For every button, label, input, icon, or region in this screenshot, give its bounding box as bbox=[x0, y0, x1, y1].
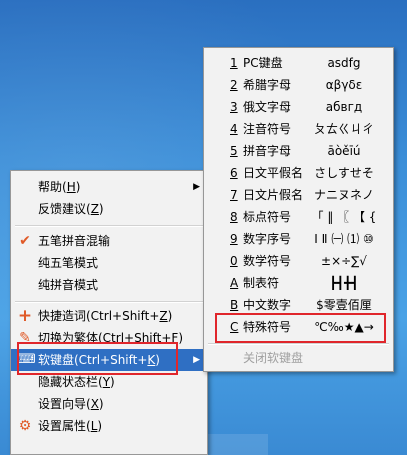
menu-item-wubi-pinyin-mixed[interactable]: ✔ 五笔拼音混输 bbox=[11, 230, 207, 252]
submenu-item-greek[interactable]: 2 希腊字母 αβγδε bbox=[204, 74, 393, 96]
menu-item-accel-key: H bbox=[66, 180, 76, 194]
menu-item-help[interactable]: 帮助(H) ▶ bbox=[11, 176, 207, 198]
annotation-box-special-symbols bbox=[215, 313, 386, 343]
submenu-item-label: 希腊字母 bbox=[243, 78, 292, 92]
submenu-item-sample: ┣┫╋┫ bbox=[329, 276, 359, 290]
submenu-item-key: 6 bbox=[230, 166, 238, 180]
submenu-item-label: 日文平假名 bbox=[243, 166, 304, 180]
submenu-item-label: 日文片假名 bbox=[243, 188, 304, 202]
menu-item-label: 五笔拼音混输 bbox=[38, 234, 111, 248]
menu-item-label: 反馈建议( bbox=[38, 202, 91, 216]
submenu-arrow-icon: ▶ bbox=[193, 355, 200, 365]
menu-item-label-suffix: ) bbox=[98, 202, 104, 216]
submenu-item-label: 注音符号 bbox=[243, 122, 292, 136]
submenu-item-label: 数字序号 bbox=[243, 232, 292, 246]
menu-separator bbox=[15, 301, 203, 303]
menu-item-label: 设置属性( bbox=[38, 419, 91, 433]
submenu-item-label: 制表符 bbox=[243, 276, 280, 290]
submenu-item-sample: ナニヌネノ bbox=[313, 188, 374, 202]
submenu-item-sample: αβγδε bbox=[325, 78, 363, 92]
submenu-item-sample: さしすせそ bbox=[314, 166, 374, 180]
submenu-item-punctuation[interactable]: 8 标点符号 「 ‖ 〖 【 { bbox=[204, 206, 393, 228]
menu-item-quick-word[interactable]: + 快捷造词(Ctrl+Shift+Z) bbox=[11, 305, 207, 327]
submenu-item-label: PC键盘 bbox=[243, 56, 283, 70]
submenu-item-sample: āòěīú bbox=[327, 144, 361, 158]
submenu-item-key: A bbox=[230, 276, 239, 290]
submenu-item-key: 1 bbox=[230, 56, 238, 70]
submenu-item-key: 2 bbox=[230, 78, 238, 92]
menu-item-label-suffix: ) bbox=[167, 309, 173, 323]
submenu-item-label: 标点符号 bbox=[243, 210, 292, 224]
submenu-item-key: 3 bbox=[230, 100, 238, 114]
submenu-item-zhuyin[interactable]: 4 注音符号 ㄆㄊㄍㄐㄔ bbox=[204, 118, 393, 140]
submenu-arrow-icon: ▶ bbox=[193, 182, 200, 192]
menu-item-label-suffix: ) bbox=[110, 375, 115, 389]
menu-item-label-suffix: ) bbox=[97, 419, 103, 433]
menu-item-accel-key: Z bbox=[90, 202, 99, 216]
menu-item-label: 帮助( bbox=[38, 180, 67, 194]
submenu-item-key: 0 bbox=[230, 254, 238, 268]
menu-item-accel-key: X bbox=[90, 397, 99, 411]
menu-item-label-suffix: ) bbox=[98, 397, 104, 411]
menu-item-label-suffix: ) bbox=[75, 180, 81, 194]
submenu-item-sample: asdfg bbox=[327, 56, 361, 70]
submenu-item-key: 4 bbox=[230, 122, 238, 136]
submenu-item-russian[interactable]: 3 俄文字母 абвгд bbox=[204, 96, 393, 118]
submenu-item-katakana[interactable]: 7 日文片假名 ナニヌネノ bbox=[204, 184, 393, 206]
submenu-item-label: 俄文字母 bbox=[243, 100, 292, 114]
menu-item-pure-pinyin[interactable]: 纯拼音模式 bbox=[11, 274, 207, 296]
submenu-item-sample: ㄆㄊㄍㄐㄔ bbox=[313, 122, 374, 136]
submenu-item-sample: абвгд bbox=[325, 100, 363, 114]
menu-item-label: 纯五笔模式 bbox=[38, 256, 99, 270]
submenu-item-sample: ±×÷∑√ bbox=[321, 254, 367, 268]
submenu-item-key: 8 bbox=[230, 210, 238, 224]
submenu-item-key: 5 bbox=[230, 144, 238, 158]
submenu-item-key: 7 bbox=[230, 188, 238, 202]
menu-item-label: 纯拼音模式 bbox=[38, 278, 99, 292]
taskbar-fragment bbox=[208, 434, 268, 455]
submenu-item-close-soft-keyboard[interactable]: 关闭软键盘 bbox=[204, 347, 393, 369]
menu-item-setup-wizard[interactable]: 设置向导(X) bbox=[11, 393, 207, 415]
submenu-item-math[interactable]: 0 数学符号 ±×÷∑√ bbox=[204, 250, 393, 272]
menu-item-feedback[interactable]: 反馈建议(Z) bbox=[11, 198, 207, 220]
menu-separator bbox=[208, 343, 389, 345]
menu-item-label: 设置向导( bbox=[38, 397, 91, 411]
submenu-item-numerals[interactable]: 9 数字序号 Ⅰ Ⅱ ㈠ ⑴ ⑩ bbox=[204, 228, 393, 250]
submenu-item-box-drawing[interactable]: A 制表符 ┣┫╋┫ bbox=[204, 272, 393, 294]
menu-item-accel-key: Z bbox=[159, 309, 168, 323]
submenu-item-hiragana[interactable]: 6 日文平假名 さしすせそ bbox=[204, 162, 393, 184]
menu-item-settings[interactable]: ⚙ 设置属性(L) bbox=[11, 415, 207, 437]
menu-item-pure-wubi[interactable]: 纯五笔模式 bbox=[11, 252, 207, 274]
submenu-item-sample: 「 ‖ 〖 【 { bbox=[311, 210, 377, 224]
submenu-item-label: 数学符号 bbox=[243, 254, 292, 268]
checkmark-icon: ✔ bbox=[19, 233, 31, 249]
menu-item-accel-key: Y bbox=[102, 375, 111, 389]
submenu-item-label: 拼音字母 bbox=[243, 144, 292, 158]
ime-context-menu: 帮助(H) ▶ 反馈建议(Z) ✔ 五笔拼音混输 纯五笔模式 纯拼音模式 + 快… bbox=[10, 170, 208, 455]
menu-item-label: 隐藏状态栏( bbox=[38, 375, 103, 389]
menu-item-label: 快捷造词(Ctrl+Shift+ bbox=[38, 309, 160, 323]
plus-icon: + bbox=[17, 306, 33, 326]
gear-icon: ⚙ bbox=[18, 418, 32, 434]
submenu-item-pinyin[interactable]: 5 拼音字母 āòěīú bbox=[204, 140, 393, 162]
submenu-item-pc-keyboard[interactable]: 1 PC键盘 asdfg bbox=[204, 52, 393, 74]
menu-separator bbox=[15, 225, 203, 227]
submenu-item-sample: Ⅰ Ⅱ ㈠ ⑴ ⑩ bbox=[314, 232, 374, 246]
submenu-item-key: 9 bbox=[230, 232, 238, 246]
submenu-item-label: 关闭软键盘 bbox=[243, 351, 304, 365]
annotation-box-soft-keyboard bbox=[17, 342, 178, 375]
